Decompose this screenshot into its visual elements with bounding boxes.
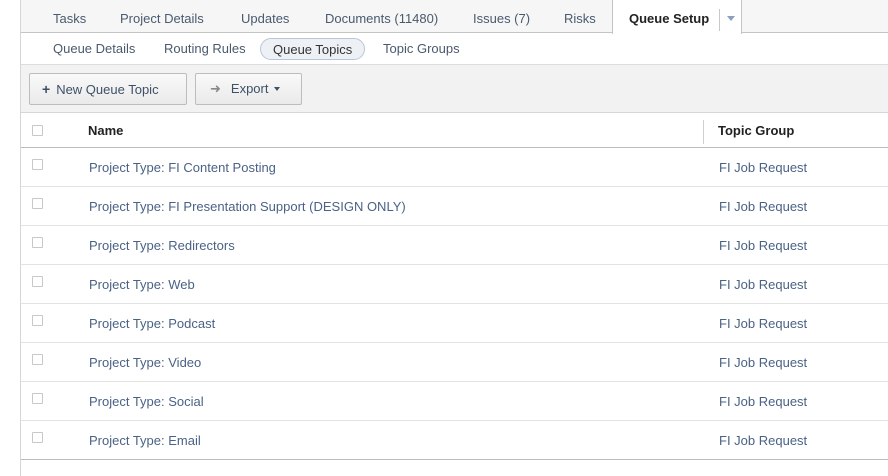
topic-name-link[interactable]: Project Type: Podcast (89, 304, 215, 343)
topic-group-link[interactable]: FI Job Request (719, 265, 807, 304)
topic-group-link[interactable]: FI Job Request (719, 187, 807, 226)
chevron-down-icon[interactable] (727, 16, 736, 22)
tab-tasks[interactable]: Tasks (53, 0, 86, 33)
row-checkbox[interactable] (32, 354, 43, 365)
topic-group-link[interactable]: FI Job Request (719, 226, 807, 265)
topic-group-link[interactable]: FI Job Request (719, 148, 807, 187)
table-header: Name Topic Group (21, 113, 888, 148)
subtab-queue-details[interactable]: Queue Details (53, 38, 135, 60)
column-divider[interactable] (703, 120, 704, 144)
row-checkbox[interactable] (32, 393, 43, 404)
topic-group-link[interactable]: FI Job Request (719, 421, 807, 460)
topic-name-link[interactable]: Project Type: Video (89, 343, 201, 382)
tab-issues[interactable]: Issues (7) (473, 0, 530, 33)
table-row[interactable]: Project Type: Email FI Job Request (21, 421, 888, 460)
table-body: Project Type: FI Content Posting FI Job R… (21, 148, 888, 460)
table-row[interactable]: Project Type: Social FI Job Request (21, 382, 888, 421)
export-button[interactable]: ➜ Export (195, 73, 302, 105)
tab-queue-setup[interactable]: Queue Setup (612, 0, 743, 34)
table-row[interactable]: Project Type: Redirectors FI Job Request (21, 226, 888, 265)
sub-tab-bar: Queue Details Routing Rules Queue Topics… (21, 34, 888, 65)
new-queue-topic-button[interactable]: + New Queue Topic (29, 73, 187, 105)
column-header-topic-group[interactable]: Topic Group (718, 113, 794, 148)
subtab-topic-groups[interactable]: Topic Groups (383, 38, 460, 60)
new-queue-topic-label: New Queue Topic (56, 82, 159, 97)
topic-name-link[interactable]: Project Type: FI Presentation Support (D… (89, 187, 406, 226)
toolbar: + New Queue Topic ➜ Export (21, 65, 888, 113)
row-checkbox[interactable] (32, 432, 43, 443)
subtab-routing-rules[interactable]: Routing Rules (164, 38, 246, 60)
top-tab-bar: Tasks Project Details Updates Documents … (21, 0, 888, 34)
row-checkbox[interactable] (32, 237, 43, 248)
tab-updates[interactable]: Updates (241, 0, 289, 33)
tab-queue-setup-label: Queue Setup (629, 11, 710, 26)
tab-divider (718, 8, 720, 31)
topic-name-link[interactable]: Project Type: Web (89, 265, 195, 304)
table-row[interactable]: Project Type: FI Presentation Support (D… (21, 187, 888, 226)
table-row[interactable]: Project Type: Podcast FI Job Request (21, 304, 888, 343)
table-row[interactable]: Project Type: FI Content Posting FI Job R… (21, 148, 888, 187)
topic-name-link[interactable]: Project Type: Social (89, 382, 204, 421)
topic-group-link[interactable]: FI Job Request (719, 304, 807, 343)
tab-project-details[interactable]: Project Details (120, 0, 204, 33)
topic-group-link[interactable]: FI Job Request (719, 343, 807, 382)
tab-risks[interactable]: Risks (564, 0, 596, 33)
topic-name-link[interactable]: Project Type: Redirectors (89, 226, 235, 265)
topic-group-link[interactable]: FI Job Request (719, 382, 807, 421)
table-row[interactable]: Project Type: Web FI Job Request (21, 265, 888, 304)
topic-name-link[interactable]: Project Type: Email (89, 421, 201, 460)
select-all-checkbox[interactable] (32, 125, 43, 136)
table-row[interactable]: Project Type: Video FI Job Request (21, 343, 888, 382)
queue-topics-table: Name Topic Group Project Type: FI Conten… (21, 113, 888, 460)
row-checkbox[interactable] (32, 315, 43, 326)
tab-documents[interactable]: Documents (11480) (325, 0, 438, 33)
arrow-right-icon: ➜ (210, 81, 221, 96)
export-label: Export (230, 81, 269, 96)
column-header-name[interactable]: Name (88, 113, 123, 148)
caret-down-icon (274, 86, 281, 91)
row-checkbox[interactable] (32, 159, 43, 170)
row-checkbox[interactable] (32, 276, 43, 287)
plus-icon: + (42, 81, 51, 97)
row-checkbox[interactable] (32, 198, 43, 209)
subtab-queue-topics[interactable]: Queue Topics (260, 38, 366, 60)
topic-name-link[interactable]: Project Type: FI Content Posting (89, 148, 276, 187)
queue-setup-page: Tasks Project Details Updates Documents … (0, 0, 888, 476)
